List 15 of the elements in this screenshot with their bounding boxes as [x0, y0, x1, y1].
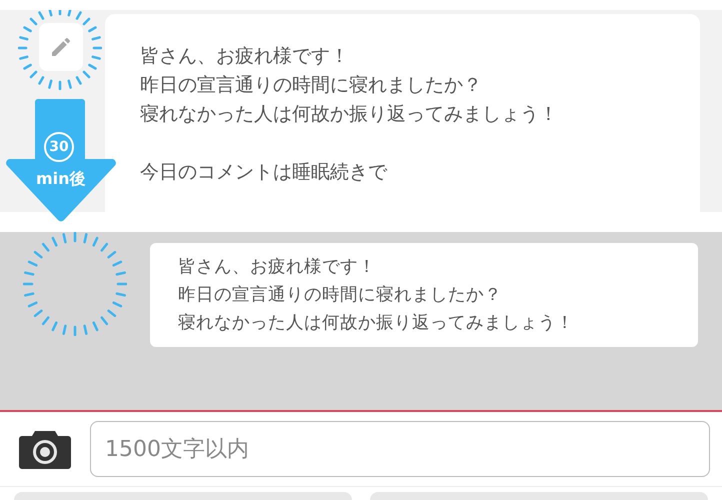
delay-label: min後: [36, 169, 86, 190]
pencil-icon: [49, 35, 73, 59]
dashed-ring-icon: [18, 10, 102, 90]
message-line: 寝れなかった人は何故か振り返ってみましょう！: [140, 102, 559, 127]
edit-button[interactable]: [39, 23, 83, 71]
message-line: 寝れなかった人は何故か振り返ってみましょう！: [178, 312, 575, 335]
message-line: 昨日の宣言通りの時間に寝れましたか？: [140, 73, 483, 98]
message-line: 皆さん、お疲れ様です！: [178, 256, 377, 279]
message-line: 昨日の宣言通りの時間に寝れましたか？: [178, 284, 503, 307]
timer-badge: 30: [44, 132, 74, 162]
dashed-ring-icon: [23, 232, 127, 336]
message-line: 今日のコメントは睡眠続きで: [140, 160, 388, 185]
camera-icon[interactable]: [18, 428, 72, 470]
message-input[interactable]: 1500文字以内: [90, 421, 710, 477]
message-line: 皆さん、お疲れ様です！: [140, 44, 350, 69]
